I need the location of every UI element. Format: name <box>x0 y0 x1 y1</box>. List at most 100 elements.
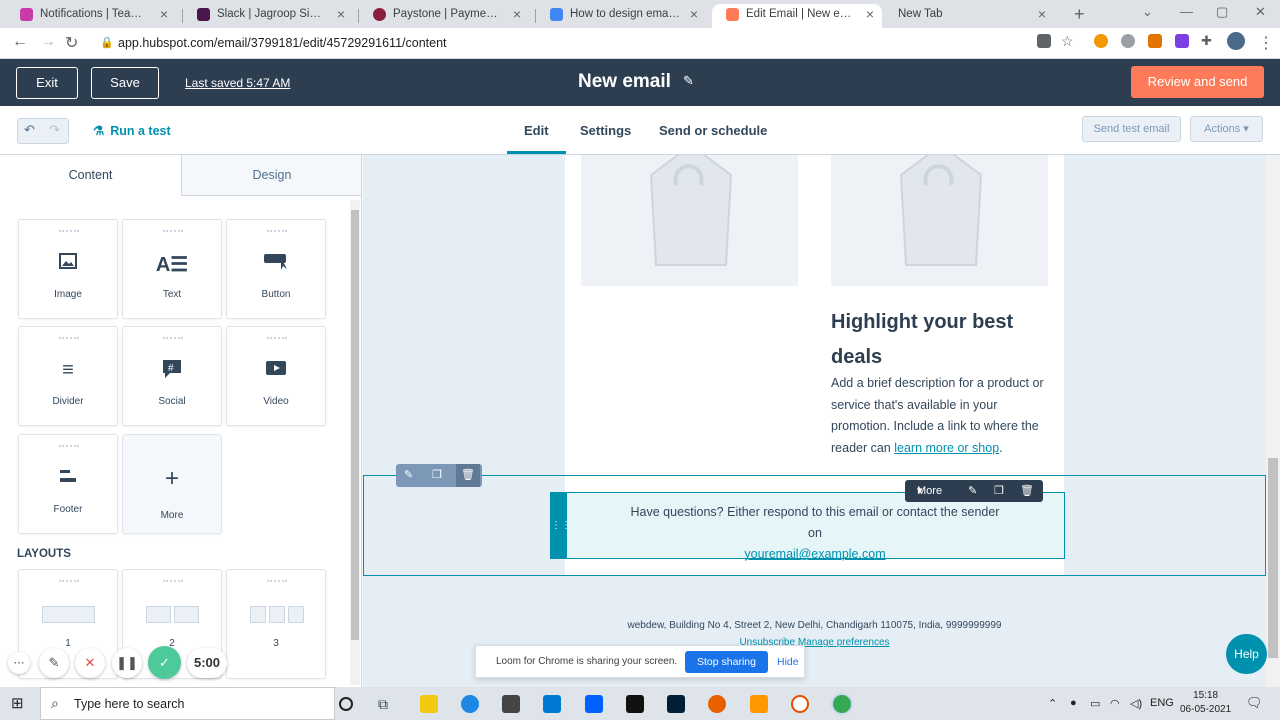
pencil-icon[interactable]: ✎ <box>968 480 977 502</box>
loom-pause-icon[interactable]: ❚❚ <box>112 648 142 678</box>
close-tab-icon[interactable]: × <box>866 4 874 24</box>
send-test-email-button[interactable]: Send test email <box>1082 116 1181 142</box>
firefox-icon[interactable] <box>708 695 726 713</box>
stop-sharing-button[interactable]: Stop sharing <box>685 651 768 673</box>
browser-tab[interactable]: How to design email templates× <box>536 4 706 28</box>
bookmark-star-icon[interactable]: ☆ <box>1061 33 1074 50</box>
reload-icon[interactable]: ↻ <box>65 33 78 53</box>
module-social[interactable]: # Social <box>122 326 222 426</box>
module-footer[interactable]: Footer <box>18 434 118 534</box>
camera-icon[interactable] <box>1037 34 1051 48</box>
chrome-icon[interactable] <box>833 695 851 713</box>
actions-dropdown[interactable]: Actions ▾ <box>1190 116 1263 142</box>
file-explorer-icon[interactable] <box>420 695 438 713</box>
layout-3-column[interactable]: 3 <box>226 569 326 679</box>
close-tab-icon[interactable]: × <box>1038 4 1046 24</box>
clone-icon[interactable]: ❐ <box>432 464 442 487</box>
taskbar-search[interactable]: ⌕ Type here to search <box>40 687 335 720</box>
tray-chevron-icon[interactable]: ⌃ <box>1048 697 1057 710</box>
help-button[interactable]: Help <box>1226 634 1267 674</box>
store-icon[interactable] <box>502 695 520 713</box>
wifi-icon[interactable]: ◠ <box>1110 697 1120 710</box>
loom-draw-icon[interactable]: ✎ <box>39 648 69 678</box>
url-field[interactable]: 🔒 app.hubspot.com/email/3799181/edit/4572… <box>98 32 1028 54</box>
notifications-icon[interactable]: 🗨 <box>1246 695 1263 711</box>
sublime-icon[interactable] <box>750 695 768 713</box>
module-text[interactable]: A☰ Text <box>122 219 222 319</box>
redo-icon[interactable]: ↷ <box>49 122 60 138</box>
microphone-icon[interactable]: ● <box>1070 697 1077 709</box>
tab-design[interactable]: Design <box>181 155 361 196</box>
network-icon[interactable]: ▭ <box>1090 697 1100 710</box>
forward-icon[interactable]: → <box>40 33 56 51</box>
loom-cancel-icon[interactable]: ✕ <box>75 648 105 678</box>
drag-handle-icon[interactable]: ⋮⋮ <box>551 493 571 558</box>
clock-app-icon[interactable] <box>791 695 809 713</box>
browser-tab-active[interactable]: Edit Email | New email × <box>712 4 882 28</box>
close-tab-icon[interactable]: × <box>160 4 168 24</box>
kebab-menu-icon[interactable]: ⋮ <box>1258 33 1274 53</box>
module-more[interactable]: + More <box>122 434 222 534</box>
footer-email-link[interactable]: youremail@example.com <box>744 547 885 561</box>
language-indicator[interactable]: ENG <box>1150 697 1174 709</box>
run-test-link[interactable]: ⚗ Run a test <box>93 123 171 138</box>
edge-icon[interactable] <box>461 695 479 713</box>
close-window-icon[interactable]: ✕ <box>1255 4 1266 20</box>
module-divider[interactable]: ≡ Divider <box>18 326 118 426</box>
extension-icon[interactable] <box>1175 34 1189 48</box>
extension-icon[interactable] <box>1094 34 1108 48</box>
trash-icon[interactable]: 🗑 <box>456 464 480 487</box>
browser-tab[interactable]: Slack | Jagroop Singh | webdew× <box>183 4 353 28</box>
puzzle-icon[interactable]: ✚ <box>1201 33 1212 49</box>
extension-icon[interactable] <box>1148 34 1162 48</box>
browser-tab[interactable]: Paystone | Payment Processing× <box>359 4 529 28</box>
pencil-icon[interactable]: ✎ <box>404 464 413 487</box>
hide-button[interactable]: Hide <box>777 656 799 668</box>
module-button[interactable]: Button <box>226 219 326 319</box>
photoshop-icon[interactable] <box>667 695 685 713</box>
tab-content[interactable]: Content <box>0 155 181 196</box>
tab-edit[interactable]: Edit <box>507 123 566 154</box>
mail-icon[interactable] <box>543 695 561 713</box>
volume-icon[interactable]: ◁) <box>1130 697 1142 710</box>
save-button[interactable]: Save <box>91 67 159 99</box>
learn-more-link[interactable]: learn more or shop <box>894 441 999 455</box>
image-placeholder[interactable] <box>831 155 1048 286</box>
close-tab-icon[interactable]: × <box>513 4 521 24</box>
dropbox-icon[interactable] <box>585 695 603 713</box>
pencil-icon[interactable]: ✎ <box>683 73 694 89</box>
review-and-send-button[interactable]: Review and send <box>1131 66 1264 98</box>
section-description[interactable]: Add a brief description for a product or… <box>831 373 1056 459</box>
image-placeholder[interactable] <box>581 155 798 286</box>
section-heading[interactable]: Highlight your best deals <box>831 305 1061 375</box>
minimize-icon[interactable]: — <box>1180 4 1193 19</box>
cortana-icon[interactable] <box>339 697 353 711</box>
undo-icon[interactable]: ↶ <box>24 122 35 138</box>
windows-start-icon[interactable]: ⊞ <box>11 695 29 713</box>
task-view-icon[interactable]: ⧉ <box>378 695 396 713</box>
browser-tab[interactable]: Notifications | Team Webdew × <box>6 4 176 28</box>
extension-icon[interactable] <box>1121 34 1135 48</box>
more-dropdown[interactable]: More ▾ <box>917 480 942 502</box>
module-image[interactable]: Image <box>18 219 118 319</box>
footer-text[interactable]: Have questions? Either respond to this e… <box>622 502 1008 565</box>
clone-icon[interactable]: ❐ <box>994 480 1004 502</box>
close-tab-icon[interactable]: × <box>337 4 345 24</box>
loom-menu-icon[interactable]: ⋯ <box>8 652 30 674</box>
exit-button[interactable]: Exit <box>16 67 78 99</box>
last-saved-link[interactable]: Last saved 5:47 AM <box>185 76 290 90</box>
canvas-scroll-thumb[interactable] <box>1268 458 1278 658</box>
maximize-icon[interactable]: ▢ <box>1216 4 1228 20</box>
system-clock[interactable]: 15:18 06-05-2021 <box>1180 689 1231 717</box>
notion-icon[interactable] <box>626 695 644 713</box>
browser-tab[interactable]: New Tab × <box>884 4 1054 28</box>
module-video[interactable]: Video <box>226 326 326 426</box>
tab-search-icon[interactable]: ⌄ <box>1142 4 1153 20</box>
trash-icon[interactable]: 🗑 <box>1020 480 1034 502</box>
sidebar-scroll-thumb[interactable] <box>351 210 359 640</box>
back-icon[interactable]: ← <box>12 33 28 51</box>
avatar[interactable] <box>1227 32 1245 50</box>
tab-send-or-schedule[interactable]: Send or schedule <box>659 123 767 138</box>
tab-settings[interactable]: Settings <box>580 123 631 138</box>
close-tab-icon[interactable]: × <box>690 4 698 24</box>
